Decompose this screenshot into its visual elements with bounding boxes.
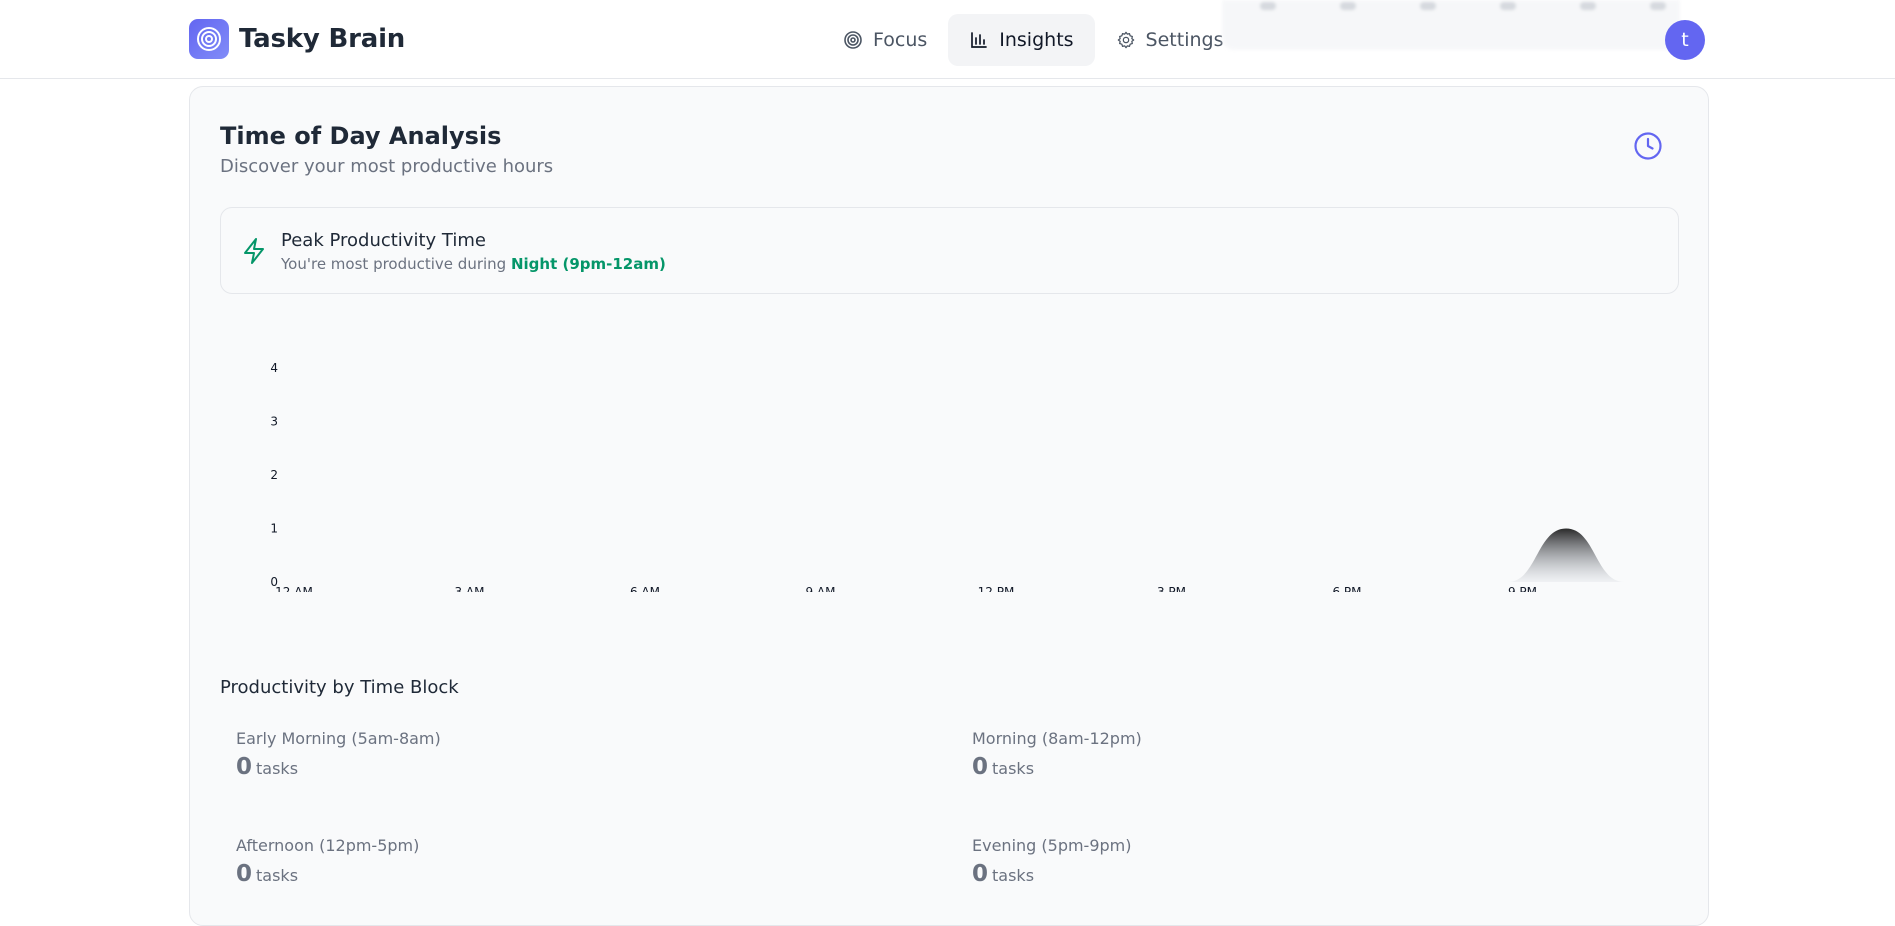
x-tick-label: 6 AM bbox=[630, 585, 660, 592]
top-header: Tasky Brain Focus Insights Settings t bbox=[0, 0, 1895, 79]
gear-icon bbox=[1117, 31, 1134, 49]
target-logo-icon bbox=[189, 19, 229, 59]
blocks-title: Productivity by Time Block bbox=[220, 677, 459, 698]
time-block-morning: Morning (8am-12pm) 0 tasks bbox=[972, 729, 1672, 780]
block-count: 0 bbox=[236, 754, 253, 780]
x-tick-label: 3 PM bbox=[1157, 585, 1186, 592]
peak-title: Peak Productivity Time bbox=[281, 230, 486, 251]
time-block-evening: Evening (5pm-9pm) 0 tasks bbox=[972, 836, 1672, 887]
nav-item-insights[interactable]: Insights bbox=[948, 14, 1095, 66]
y-tick-label: 2 bbox=[270, 468, 278, 482]
time-block-early-morning: Early Morning (5am-8am) 0 tasks bbox=[236, 729, 936, 780]
x-tick-label: 6 PM bbox=[1332, 585, 1361, 592]
peak-description: You're most productive during Night (9pm… bbox=[281, 255, 666, 273]
nav-item-focus[interactable]: Focus bbox=[822, 14, 948, 66]
productivity-area-series bbox=[278, 528, 1625, 582]
x-tick-label: 3 AM bbox=[454, 585, 484, 592]
nav-item-label: Settings bbox=[1145, 29, 1224, 51]
time-of-day-chart: 0123412 AM 3 AM 6 AM 9 AM 12 PM 3 PM 6 PM 9 PM bbox=[270, 361, 1625, 592]
block-count: 0 bbox=[972, 754, 989, 780]
block-label: Morning (8am-12pm) bbox=[972, 729, 1142, 748]
avatar[interactable]: t bbox=[1665, 20, 1705, 60]
block-value: 0 tasks bbox=[972, 861, 1672, 887]
card-subtitle: Discover your most productive hours bbox=[220, 156, 554, 177]
bar-chart-icon bbox=[971, 32, 988, 48]
y-tick-label: 1 bbox=[270, 522, 278, 536]
app-name: Tasky Brain bbox=[239, 24, 406, 54]
x-tick-label: 9 AM bbox=[805, 585, 835, 592]
block-unit: tasks bbox=[256, 866, 299, 885]
x-tick-label: 12 AM bbox=[275, 585, 313, 592]
block-count: 0 bbox=[236, 861, 253, 887]
y-tick-label: 4 bbox=[270, 361, 278, 375]
block-value: 0 tasks bbox=[236, 861, 936, 887]
peak-description-text: You're most productive during bbox=[281, 255, 511, 273]
card-title: Time of Day Analysis bbox=[220, 122, 502, 150]
lightning-icon bbox=[244, 238, 264, 264]
brand[interactable]: Tasky Brain bbox=[189, 19, 405, 59]
block-count: 0 bbox=[972, 861, 989, 887]
main-nav: Focus Insights Settings bbox=[822, 14, 1244, 66]
blurred-overlay-panel bbox=[1222, 0, 1680, 50]
block-label: Evening (5pm-9pm) bbox=[972, 836, 1132, 855]
time-of-day-card: Time of Day Analysis Discover your most … bbox=[189, 86, 1709, 926]
block-label: Afternoon (12pm-5pm) bbox=[236, 836, 420, 855]
block-unit: tasks bbox=[256, 759, 299, 778]
nav-item-label: Insights bbox=[999, 29, 1074, 51]
peak-productivity-banner: Peak Productivity Time You're most produ… bbox=[220, 207, 1679, 294]
block-value: 0 tasks bbox=[236, 754, 936, 780]
y-tick-label: 3 bbox=[270, 415, 278, 429]
x-tick-label: 9 PM bbox=[1508, 585, 1537, 592]
block-unit: tasks bbox=[992, 759, 1035, 778]
clock-icon bbox=[1634, 132, 1662, 160]
target-icon bbox=[844, 31, 862, 49]
time-block-afternoon: Afternoon (12pm-5pm) 0 tasks bbox=[236, 836, 936, 887]
nav-item-label: Focus bbox=[873, 29, 928, 51]
x-tick-label: 12 PM bbox=[978, 585, 1015, 592]
block-unit: tasks bbox=[992, 866, 1035, 885]
block-value: 0 tasks bbox=[972, 754, 1672, 780]
peak-time-highlight: Night (9pm-12am) bbox=[510, 255, 666, 273]
block-label: Early Morning (5am-8am) bbox=[236, 729, 441, 748]
